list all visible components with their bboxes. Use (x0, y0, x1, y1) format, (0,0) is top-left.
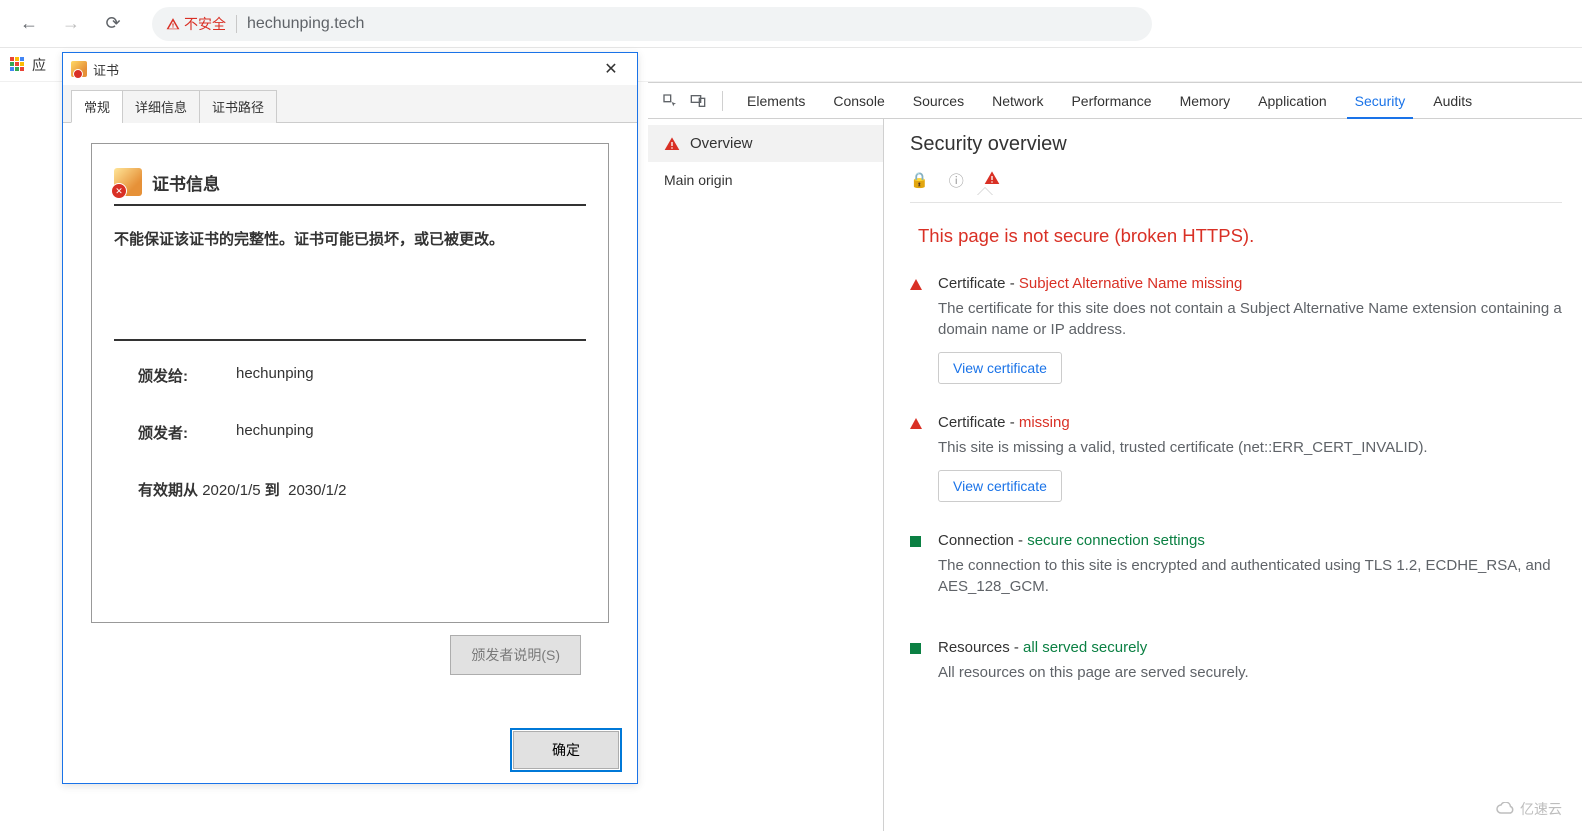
reload-button[interactable]: ⟳ (96, 7, 130, 41)
secure-square-icon (910, 536, 921, 547)
cert-warning-text: 不能保证该证书的完整性。证书可能已损坏，或已被更改。 (114, 228, 586, 249)
issuer-statement-button: 颁发者说明(S) (450, 635, 581, 675)
tab-cert-path[interactable]: 证书路径 (199, 90, 277, 123)
dialog-body: 证书信息 不能保证该证书的完整性。证书可能已损坏，或已被更改。 颁发给: hec… (63, 123, 637, 733)
warning-triangle-icon (664, 136, 680, 152)
certificate-dialog: 证书 ✕ 常规 详细信息 证书路径 证书信息 不能保证该证书的完整性。证书可能已… (62, 52, 638, 784)
apps-icon[interactable] (10, 57, 26, 73)
dialog-title: 证书 (93, 60, 119, 79)
security-overview-title: Security overview (910, 133, 1562, 156)
warning-triangle-icon (910, 279, 922, 290)
tab-security[interactable]: Security (1341, 83, 1420, 119)
view-certificate-button[interactable]: View certificate (938, 352, 1062, 384)
issued-by-label: 颁发者: (114, 422, 204, 443)
warning-triangle-icon (166, 17, 180, 31)
cloud-icon (1494, 802, 1516, 816)
issued-by-value: hechunping (236, 422, 314, 443)
watermark: 亿速云 (1494, 799, 1562, 819)
tab-application[interactable]: Application (1244, 83, 1341, 119)
tab-performance[interactable]: Performance (1057, 83, 1165, 119)
url-text: hechunping.tech (247, 15, 364, 33)
bookmark-item[interactable]: 应 (32, 55, 46, 75)
ok-button[interactable]: 确定 (513, 731, 619, 769)
tab-general[interactable]: 常规 (71, 90, 123, 123)
info-icon: ⓘ (949, 170, 964, 191)
view-certificate-button[interactable]: View certificate (938, 470, 1062, 502)
tab-details[interactable]: 详细信息 (122, 90, 200, 123)
dialog-titlebar: 证书 ✕ (63, 53, 637, 85)
resources-item: Resources - all served securely All reso… (910, 639, 1562, 695)
warning-triangle-icon (910, 418, 922, 429)
separator (722, 91, 723, 111)
security-sidebar: Overview Main origin (648, 119, 884, 831)
tab-audits[interactable]: Audits (1419, 83, 1486, 119)
close-button[interactable]: ✕ (591, 55, 631, 83)
address-bar[interactable]: 不安全 hechunping.tech (152, 7, 1152, 41)
divider (114, 339, 586, 341)
security-main: Security overview 🔒 ⓘ This page is not s… (884, 119, 1582, 831)
not-secure-badge: 不安全 (166, 14, 226, 34)
inspect-element-icon[interactable] (656, 87, 684, 115)
browser-toolbar: ← → ⟳ 不安全 hechunping.tech (0, 0, 1582, 48)
back-button[interactable]: ← (12, 7, 46, 41)
certificate-invalid-icon (114, 168, 142, 196)
devtools-tabbar: Elements Console Sources Network Perform… (648, 83, 1582, 119)
cert-missing-item: Certificate - missing This site is missi… (910, 414, 1562, 502)
devtools-panel: Elements Console Sources Network Perform… (648, 82, 1582, 831)
connection-item: Connection - secure connection settings … (910, 532, 1562, 609)
cert-info-frame: 证书信息 不能保证该证书的完整性。证书可能已损坏，或已被更改。 颁发给: hec… (91, 143, 609, 623)
divider (910, 202, 1562, 203)
tab-network[interactable]: Network (978, 83, 1057, 119)
dialog-tabs: 常规 详细信息 证书路径 (63, 85, 637, 123)
tab-elements[interactable]: Elements (733, 83, 819, 119)
divider (236, 15, 237, 33)
tab-console[interactable]: Console (819, 83, 898, 119)
lock-icon: 🔒 (910, 171, 929, 189)
forward-button[interactable]: → (54, 7, 88, 41)
validity-row: 有效期从 2020/1/5 到 2030/1/2 (114, 479, 586, 500)
sidebar-main-origin[interactable]: Main origin (648, 162, 883, 198)
device-toolbar-icon[interactable] (684, 87, 712, 115)
issued-to-label: 颁发给: (114, 365, 204, 386)
certificate-icon (71, 61, 87, 77)
tab-memory[interactable]: Memory (1166, 83, 1245, 119)
security-summary-bar: 🔒 ⓘ (910, 166, 1562, 194)
cert-info-heading: 证书信息 (152, 170, 220, 195)
tab-sources[interactable]: Sources (899, 83, 978, 119)
issued-to-value: hechunping (236, 365, 314, 386)
secure-square-icon (910, 643, 921, 654)
cert-san-item: Certificate - Subject Alternative Name m… (910, 275, 1562, 384)
warning-triangle-icon (984, 170, 1000, 190)
not-secure-message: This page is not secure (broken HTTPS). (918, 225, 1562, 247)
sidebar-overview[interactable]: Overview (648, 125, 883, 162)
